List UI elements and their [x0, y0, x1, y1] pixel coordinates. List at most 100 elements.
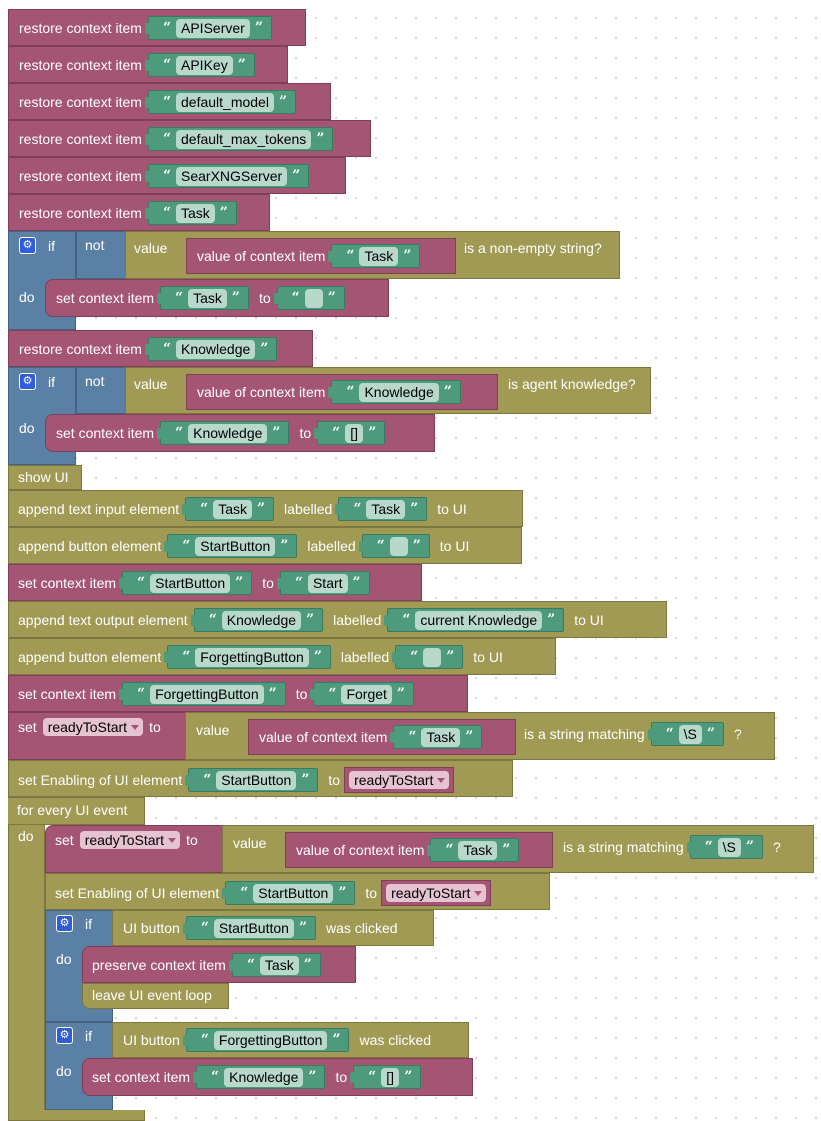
- for-every-ui-event-block[interactable]: [8, 797, 45, 1121]
- restore-block-knowledge[interactable]: restore context item “Knowledge”: [8, 330, 313, 367]
- block-label: restore context item: [19, 94, 142, 110]
- string-block[interactable]: “Task”: [144, 201, 237, 225]
- set-variable-block[interactable]: set readyToStart to: [8, 712, 186, 760]
- string-block[interactable]: “Task”: [328, 244, 421, 268]
- preserve-context-block[interactable]: preserve context item “Task”: [82, 946, 356, 983]
- string-block[interactable]: “”: [358, 534, 430, 558]
- string-block[interactable]: “Forget”: [310, 682, 414, 706]
- variable-dropdown[interactable]: readyToStart: [42, 718, 144, 736]
- string-block[interactable]: “Knowledge”: [157, 421, 290, 445]
- variable-getter-block[interactable]: readyToStart: [381, 880, 492, 906]
- set-context-startbutton-block[interactable]: set context item “StartButton” to “Start”: [8, 564, 422, 601]
- block-label: restore context item: [19, 131, 142, 147]
- string-block[interactable]: “Task”: [228, 953, 321, 977]
- string-block[interactable]: “StartButton”: [222, 881, 356, 905]
- string-block[interactable]: “Task”: [157, 286, 249, 310]
- string-block[interactable]: “[]”: [350, 1065, 422, 1089]
- variable-getter-block[interactable]: readyToStart: [344, 767, 455, 793]
- block-label: restore context item: [19, 20, 142, 36]
- set-variable-block-inner[interactable]: set readyToStart to: [45, 825, 223, 873]
- gear-icon[interactable]: ⚙: [19, 237, 36, 254]
- restore-block-task[interactable]: restore context item “Task”: [8, 194, 270, 231]
- value-of-context-item-block[interactable]: value of context item “Knowledge”: [186, 374, 498, 410]
- string-block[interactable]: “”: [392, 645, 464, 669]
- append-text-output-block[interactable]: append text output element “Knowledge” lab…: [8, 601, 667, 638]
- string-block[interactable]: “current Knowledge”: [384, 608, 565, 632]
- restore-block-apiserver[interactable]: restore context item “APIServer”: [8, 9, 306, 46]
- do-label: do: [18, 828, 34, 844]
- string-block[interactable]: “APIServer”: [144, 16, 272, 40]
- string-block[interactable]: “Task”: [427, 838, 520, 862]
- gear-icon[interactable]: ⚙: [56, 1027, 73, 1044]
- string-block[interactable]: “Knowledge”: [193, 1065, 326, 1089]
- string-block[interactable]: “default_model”: [144, 90, 297, 114]
- string-block[interactable]: “ForgettingButton”: [119, 682, 286, 706]
- value-of-context-item-block[interactable]: value of context item “Task”: [285, 832, 553, 868]
- not-block[interactable]: not: [76, 367, 126, 414]
- variable-dropdown[interactable]: readyToStart: [349, 771, 450, 789]
- dropdown-arrow-icon: [168, 837, 177, 843]
- string-field[interactable]: APIKey: [176, 55, 233, 75]
- append-button-start-block[interactable]: append button element “StartButton” labell…: [8, 527, 522, 564]
- string-block[interactable]: “Knowledge”: [328, 380, 461, 404]
- append-button-forget-block[interactable]: append button element “ForgettingButton” l…: [8, 638, 556, 675]
- string-block[interactable]: “StartButton”: [164, 534, 298, 558]
- string-block[interactable]: “StartButton”: [119, 571, 253, 595]
- set-context-forgetbutton-block[interactable]: set context item “ForgettingButton” to “For…: [8, 675, 468, 712]
- string-block[interactable]: “Start”: [276, 571, 370, 595]
- is-knowledge-check-block[interactable]: value value of context item “Knowledge” i…: [125, 367, 651, 414]
- string-field[interactable]: APIServer: [176, 18, 250, 38]
- restore-block-default-max-tokens[interactable]: restore context item “default_max_tokens”: [8, 120, 371, 157]
- set-enabling-block[interactable]: set Enabling of UI element “StartButton” t…: [8, 760, 513, 797]
- string-field[interactable]: SearXNGServer: [176, 166, 288, 186]
- gear-icon[interactable]: ⚙: [56, 915, 73, 932]
- set-enabling-block-inner[interactable]: set Enabling of UI element “StartButton” t…: [45, 873, 550, 910]
- gear-icon[interactable]: ⚙: [19, 373, 36, 390]
- string-block[interactable]: “APIKey”: [144, 53, 255, 77]
- block-label: restore context item: [19, 205, 142, 221]
- string-block[interactable]: “Knowledge”: [144, 337, 278, 361]
- string-block[interactable]: “Knowledge”: [190, 608, 324, 632]
- dropdown-arrow-icon: [437, 777, 446, 783]
- string-block[interactable]: “ForgettingButton”: [182, 1028, 350, 1052]
- variable-dropdown[interactable]: readyToStart: [79, 831, 181, 849]
- value-of-context-item-block[interactable]: value of context item “Task”: [186, 238, 456, 274]
- set-context-item-block[interactable]: set context item “Knowledge” to “[]”: [45, 414, 435, 452]
- restore-block-default-model[interactable]: restore context item “default_model”: [8, 83, 331, 120]
- variable-dropdown[interactable]: readyToStart: [386, 884, 487, 902]
- append-text-input-block[interactable]: append text input element “Task” labelled “…: [8, 490, 523, 527]
- ui-button-clicked-block[interactable]: UI button “StartButton” was clicked: [112, 910, 434, 946]
- block-label: restore context item: [19, 57, 142, 73]
- set-context-knowledge-block[interactable]: set context item “Knowledge” to “[]”: [82, 1058, 473, 1096]
- string-block[interactable]: “[]”: [314, 421, 386, 445]
- string-matching-block-inner[interactable]: value value of context item “Task” is a s…: [222, 825, 814, 873]
- restore-block-apikey[interactable]: restore context item “APIKey”: [8, 46, 288, 83]
- leave-loop-block[interactable]: leave UI event loop: [82, 983, 229, 1009]
- string-field[interactable]: Task: [176, 203, 215, 223]
- string-block[interactable]: “\S”: [686, 835, 763, 859]
- loop-footer: [8, 1110, 145, 1121]
- string-block[interactable]: “Task”: [182, 497, 275, 521]
- dropdown-arrow-icon: [474, 890, 483, 896]
- not-block[interactable]: not: [76, 231, 126, 279]
- string-block[interactable]: “Task”: [335, 497, 428, 521]
- non-empty-check-block[interactable]: value value of context item “Task” is a n…: [125, 231, 620, 279]
- set-context-item-block[interactable]: set context item “Task” to “”: [45, 279, 389, 317]
- string-block[interactable]: “”: [273, 286, 345, 310]
- string-field[interactable]: default_model: [176, 92, 274, 112]
- ui-button-clicked-block[interactable]: UI button “ForgettingButton” was clicked: [112, 1022, 469, 1058]
- dropdown-arrow-icon: [131, 724, 140, 730]
- string-block[interactable]: “StartButton”: [185, 768, 319, 792]
- value-of-context-item-block[interactable]: value of context item “Task”: [248, 719, 516, 755]
- string-block[interactable]: “SearXNGServer”: [144, 164, 310, 188]
- string-block[interactable]: “\S”: [647, 722, 724, 746]
- string-block[interactable]: “default_max_tokens”: [144, 127, 334, 151]
- string-block[interactable]: “Task”: [390, 725, 483, 749]
- string-matching-block[interactable]: value value of context item “Task” is a s…: [185, 712, 775, 760]
- string-block[interactable]: “ForgettingButton”: [164, 645, 331, 669]
- for-every-header[interactable]: for every UI event: [8, 797, 145, 825]
- string-block[interactable]: “StartButton”: [182, 916, 316, 940]
- string-field[interactable]: default_max_tokens: [176, 129, 312, 149]
- show-ui-block[interactable]: show UI: [8, 465, 82, 490]
- restore-block-searxng[interactable]: restore context item “SearXNGServer”: [8, 157, 346, 194]
